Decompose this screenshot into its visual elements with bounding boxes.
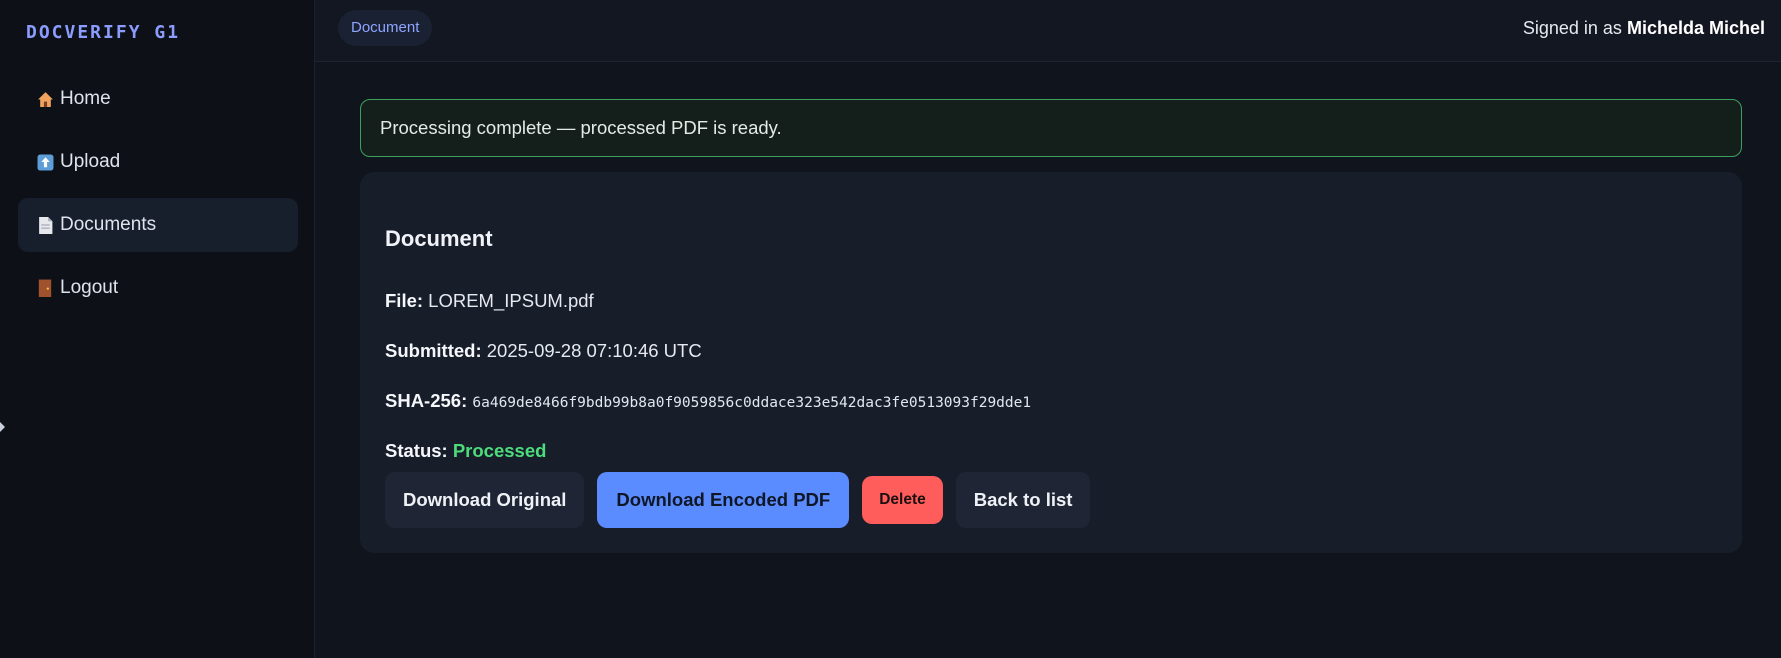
status-label: Status: [385, 440, 448, 461]
download-encoded-button[interactable]: Download Encoded PDF [597, 472, 850, 528]
sidebar-item-home[interactable]: Home [18, 72, 298, 126]
document-card: Document File: LOREM_IPSUM.pdf Submitted… [360, 172, 1742, 553]
delete-button[interactable]: Delete [862, 476, 943, 524]
sidebar-item-label: Documents [60, 214, 157, 235]
sidebar: DOCVERIFY G1 Home Upload Documents Logou… [0, 0, 315, 658]
action-bar: Download Original Download Encoded PDF D… [385, 472, 1103, 528]
sidebar-item-label: Home [60, 88, 111, 109]
status-row: Status: Processed [385, 440, 546, 462]
sha-value: 6a469de8466f9bdb99b8a0f9059856c0ddace323… [472, 395, 1032, 411]
breadcrumb[interactable]: Document [338, 10, 433, 46]
topbar: Document Signed in as Michelda Michel [315, 0, 1781, 62]
main-content: Document Signed in as Michelda Michel Pr… [315, 0, 1781, 658]
sidebar-item-label: Upload [60, 151, 121, 172]
user-name: Michelda Michel [1626, 18, 1765, 38]
brand-logo: DOCVERIFY G1 [26, 22, 181, 43]
sidebar-nav: Home Upload Documents Logout [18, 72, 298, 324]
success-alert: Processing complete — processed PDF is r… [360, 99, 1742, 157]
sidebar-item-logout[interactable]: Logout [18, 261, 298, 315]
app: DOCVERIFY G1 Home Upload Documents Logou… [0, 0, 1781, 658]
file-row: File: LOREM_IPSUM.pdf [385, 290, 594, 312]
back-to-list-button[interactable]: Back to list [955, 472, 1091, 528]
door-icon [34, 277, 56, 299]
collapse-handle-icon[interactable] [0, 422, 5, 432]
file-value: LOREM_IPSUM.pdf [428, 290, 594, 311]
download-original-button[interactable]: Download Original [385, 472, 585, 528]
house-icon [34, 88, 56, 110]
sha-row: SHA-256: 6a469de8466f9bdb99b8a0f9059856c… [385, 390, 1031, 412]
upload-icon [34, 151, 56, 173]
sidebar-item-documents[interactable]: Documents [18, 198, 298, 252]
card-title: Document [385, 226, 493, 251]
file-label: File: [385, 290, 424, 311]
sidebar-item-upload[interactable]: Upload [18, 135, 298, 189]
document-icon [34, 214, 56, 236]
signed-in-status: Signed in as Michelda Michel [1523, 18, 1765, 39]
submitted-label: Submitted: [385, 340, 482, 361]
status-badge: Processed [452, 440, 547, 461]
submitted-value: 2025-09-28 07:10:46 UTC [486, 340, 702, 361]
sha-label: SHA-256: [385, 390, 468, 411]
submitted-row: Submitted: 2025-09-28 07:10:46 UTC [385, 340, 702, 362]
sidebar-item-label: Logout [60, 277, 119, 298]
signed-in-prefix: Signed in as [1522, 18, 1622, 38]
